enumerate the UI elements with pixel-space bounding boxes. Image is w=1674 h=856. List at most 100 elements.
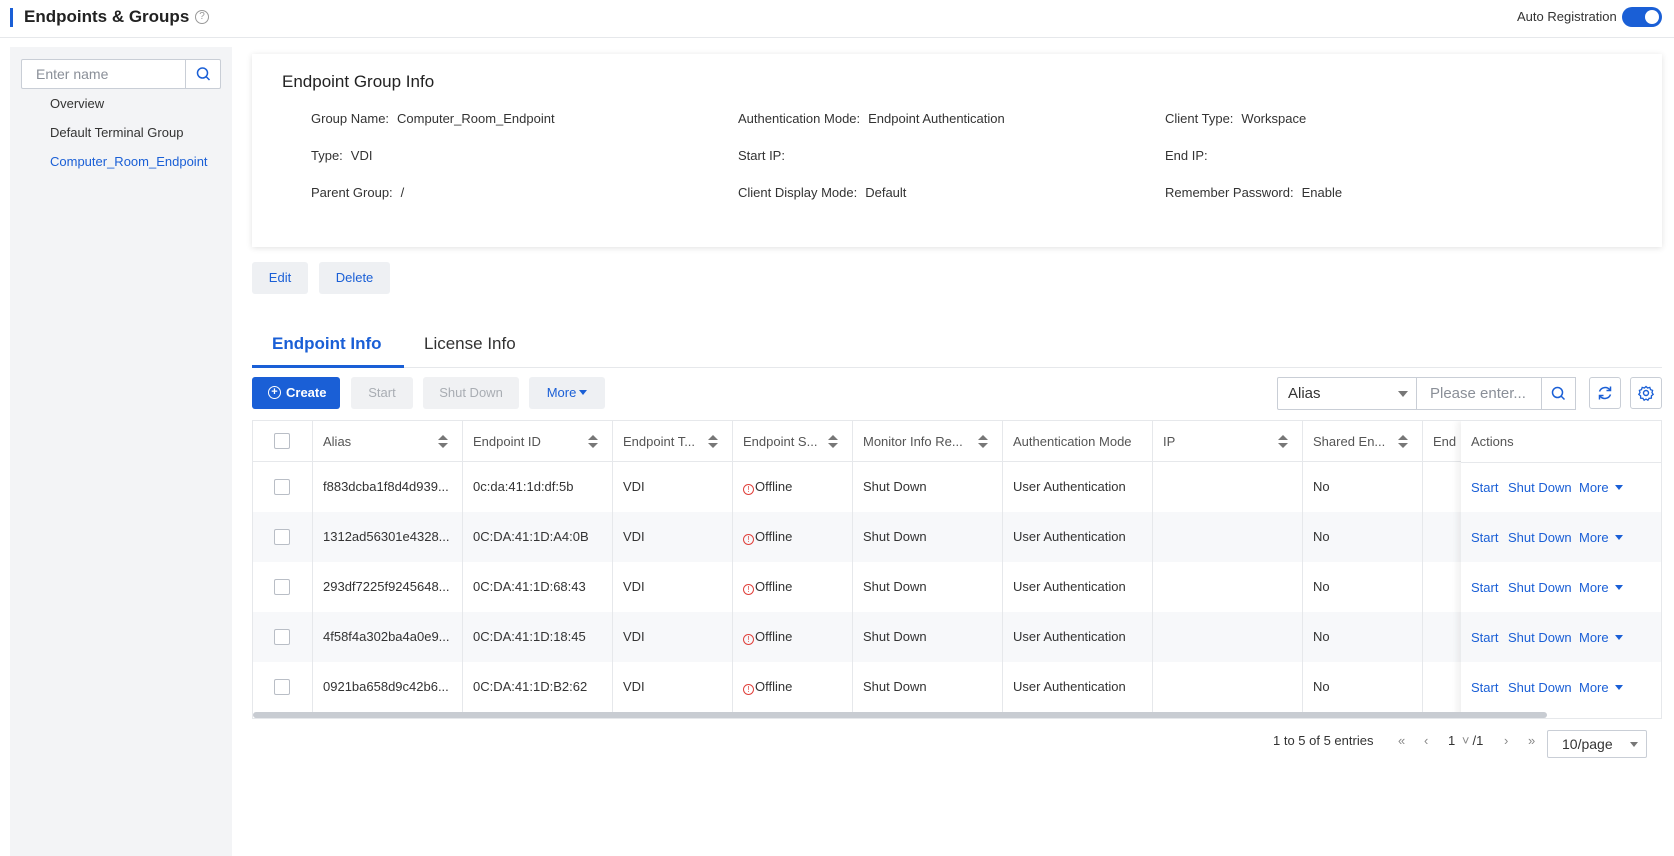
monitor-cell: Shut Down	[853, 512, 1003, 562]
select-all-checkbox[interactable]	[274, 433, 290, 449]
last-page-icon[interactable]: »	[1528, 733, 1535, 748]
row-checkbox[interactable]	[274, 529, 290, 545]
next-page-icon[interactable]: ›	[1504, 733, 1508, 748]
tab-endpoint-info[interactable]: Endpoint Info	[272, 334, 382, 354]
sort-icon[interactable]	[1398, 435, 1408, 449]
row-checkbox[interactable]	[274, 629, 290, 645]
monitor-cell: Shut Down	[853, 462, 1003, 512]
refresh-button[interactable]	[1589, 377, 1621, 409]
sort-icon[interactable]	[708, 435, 718, 449]
monitor-cell: Shut Down	[853, 562, 1003, 612]
row-checkbox[interactable]	[274, 679, 290, 695]
column-header-shared-endpoint[interactable]: Shared En...	[1303, 421, 1423, 462]
sidebar-item-overview[interactable]: Overview	[50, 96, 104, 111]
endpoint-id-cell: 0C:DA:41:1D:18:45	[463, 612, 613, 662]
shut-down-button[interactable]: Shut Down	[423, 377, 519, 409]
column-header-alias[interactable]: Alias	[313, 421, 463, 462]
field-authentication-mode: Authentication Mode: Endpoint Authenticat…	[738, 111, 1005, 126]
column-header-actions: Actions	[1471, 434, 1514, 449]
group-search	[21, 59, 221, 89]
alias-cell: 1312ad56301e4328...	[313, 512, 463, 562]
status-cell: ! Offline	[733, 662, 853, 712]
table-row: 293df7225f9245648... 0C:DA:41:1D:68:43 V…	[253, 562, 1661, 612]
column-header-label: Alias	[323, 434, 352, 449]
field-value: Default	[865, 185, 907, 200]
filter-input[interactable]	[1416, 378, 1540, 409]
group-search-input[interactable]	[22, 60, 186, 88]
sort-icon[interactable]	[1278, 435, 1288, 449]
field-value: Workspace	[1241, 111, 1307, 126]
column-header-endpoint-type[interactable]: Endpoint T...	[613, 421, 733, 462]
row-checkbox[interactable]	[274, 579, 290, 595]
row-more-link[interactable]: More	[1579, 630, 1623, 645]
column-header-endpoint-id[interactable]: Endpoint ID	[463, 421, 613, 462]
row-shut-down-link[interactable]: Shut Down	[1508, 480, 1572, 495]
search-icon	[1551, 386, 1566, 401]
endpoint-type-cell: VDI	[613, 562, 733, 612]
select-cell	[253, 662, 313, 712]
row-more-link[interactable]: More	[1579, 530, 1623, 545]
sort-icon[interactable]	[438, 435, 448, 449]
field-parent-group: Parent Group: /	[311, 185, 404, 200]
card-title: Endpoint Group Info	[282, 72, 435, 91]
row-shut-down-link[interactable]: Shut Down	[1508, 680, 1572, 695]
column-header-authentication-mode: Authentication Mode	[1003, 421, 1153, 462]
sort-icon[interactable]	[588, 435, 598, 449]
auto-registration-toggle[interactable]	[1622, 7, 1662, 27]
edit-group-button[interactable]: Edit	[252, 262, 308, 294]
row-start-link[interactable]: Start	[1471, 480, 1498, 495]
row-more-label: More	[1579, 680, 1609, 695]
column-header-label: Shared En...	[1313, 434, 1386, 449]
row-shut-down-link[interactable]: Shut Down	[1508, 630, 1572, 645]
plus-circle-icon: +	[268, 386, 281, 399]
gear-icon	[1637, 385, 1655, 402]
field-label: Start IP:	[738, 148, 785, 163]
column-header-label: IP	[1163, 434, 1176, 449]
field-label: Remember Password:	[1165, 185, 1294, 200]
delete-group-button[interactable]: Delete	[319, 262, 390, 294]
sidebar-item-computer-room-endpoint[interactable]: Computer_Room_Endpoint	[50, 154, 208, 169]
help-icon[interactable]: ?	[195, 10, 209, 24]
sidebar-item-default-terminal-group[interactable]: Default Terminal Group	[50, 125, 183, 140]
info-tabs: Endpoint Info License Info	[252, 324, 1662, 368]
create-button[interactable]: + Create	[252, 377, 340, 409]
row-shut-down-link[interactable]: Shut Down	[1508, 580, 1572, 595]
sort-icon[interactable]	[978, 435, 988, 449]
column-header-label: Endpoint S...	[743, 434, 818, 449]
endpoint-type-cell: VDI	[613, 612, 733, 662]
column-settings-button[interactable]	[1630, 377, 1662, 409]
alias-cell: 293df7225f9245648...	[313, 562, 463, 612]
row-start-link[interactable]: Start	[1471, 530, 1498, 545]
column-header-label: End	[1433, 434, 1457, 449]
first-page-icon[interactable]: «	[1398, 733, 1405, 748]
row-more-link[interactable]: More	[1579, 480, 1623, 495]
start-button[interactable]: Start	[351, 377, 413, 409]
auth-mode-cell: User Authentication	[1003, 562, 1153, 612]
column-header-ip[interactable]: IP	[1153, 421, 1303, 462]
row-shut-down-link[interactable]: Shut Down	[1508, 530, 1572, 545]
row-more-link[interactable]: More	[1579, 680, 1623, 695]
row-more-link[interactable]: More	[1579, 580, 1623, 595]
caret-down-icon	[1630, 742, 1638, 747]
group-search-button[interactable]	[185, 60, 220, 88]
row-start-link[interactable]: Start	[1471, 680, 1498, 695]
page-size-select[interactable]: 10/page	[1547, 730, 1647, 758]
row-start-link[interactable]: Start	[1471, 630, 1498, 645]
column-header-endpoint-status[interactable]: Endpoint S...	[733, 421, 853, 462]
header-divider	[1461, 462, 1661, 463]
row-checkbox[interactable]	[274, 479, 290, 495]
prev-page-icon[interactable]: ‹	[1424, 733, 1428, 748]
endpoint-id-cell: 0c:da:41:1d:df:5b	[463, 462, 613, 512]
endpoint-id-cell: 0C:DA:41:1D:B2:62	[463, 662, 613, 712]
field-label: Client Display Mode:	[738, 185, 858, 200]
horizontal-scrollbar[interactable]	[253, 712, 1547, 718]
row-start-link[interactable]: Start	[1471, 580, 1498, 595]
sort-icon[interactable]	[828, 435, 838, 449]
current-page-select[interactable]: 1 ˅/1	[1448, 733, 1483, 748]
tab-license-info[interactable]: License Info	[424, 334, 516, 354]
filter-search-button[interactable]	[1541, 377, 1576, 410]
filter-field-select[interactable]: Alias	[1277, 377, 1417, 410]
column-header-monitor-info[interactable]: Monitor Info Re...	[853, 421, 1003, 462]
more-button[interactable]: More	[529, 377, 605, 409]
column-header-label: Authentication Mode	[1013, 434, 1132, 449]
